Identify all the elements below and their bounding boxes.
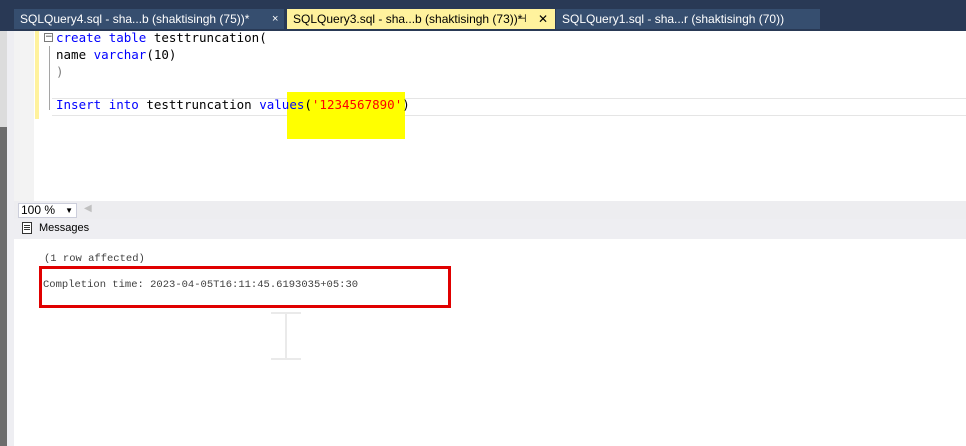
left-scrollbar[interactable] xyxy=(0,31,14,446)
tab-label: SQLQuery1.sql - sha...r (shaktisingh (70… xyxy=(562,12,785,26)
tab-sqlquery1[interactable]: SQLQuery1.sql - sha...r (shaktisingh (70… xyxy=(556,9,820,29)
scrollbar-thumb[interactable] xyxy=(0,127,7,446)
code-line-5: Insert into testtruncation values('12345… xyxy=(56,97,410,112)
collapse-icon[interactable]: − xyxy=(44,33,53,42)
text-cursor-icon xyxy=(271,312,301,360)
document-tab-strip: SQLQuery4.sql - sha...b (shaktisingh (75… xyxy=(0,0,966,31)
tab-messages[interactable]: Messages xyxy=(39,219,89,237)
scroll-left-icon[interactable]: ◀ xyxy=(84,203,92,214)
message-rows-affected: (1 row affected) xyxy=(44,253,145,265)
zoom-value: 100 % xyxy=(21,203,56,217)
results-tab-bar xyxy=(14,219,966,239)
close-icon[interactable]: ✕ xyxy=(538,9,548,29)
tab-sqlquery4[interactable]: SQLQuery4.sql - sha...b (shaktisingh (75… xyxy=(14,9,284,29)
code-line-2: name varchar(10) xyxy=(56,47,177,62)
code-line-1: create table testtruncation( xyxy=(56,30,267,45)
messages-icon xyxy=(22,222,32,234)
tab-label: SQLQuery4.sql - sha...b (shaktisingh (75… xyxy=(20,12,250,26)
zoom-select[interactable]: 100 % ▼ xyxy=(18,203,77,218)
tab-sqlquery3-active[interactable]: SQLQuery3.sql - sha...b (shaktisingh (73… xyxy=(287,9,555,29)
editor-margin xyxy=(14,31,34,201)
chevron-down-icon[interactable]: ▼ xyxy=(65,204,73,217)
scrollbar-track xyxy=(0,31,7,127)
tab-label: SQLQuery3.sql - sha...b (shaktisingh (73… xyxy=(293,12,523,26)
change-tracking-bar xyxy=(35,31,39,119)
pin-icon[interactable]: ⊣ xyxy=(517,9,527,29)
close-icon[interactable]: × xyxy=(272,9,278,29)
editor-status-bar xyxy=(14,201,966,219)
annotation-box xyxy=(39,266,451,308)
outline-line xyxy=(49,46,50,110)
code-line-3: ) xyxy=(56,64,64,79)
